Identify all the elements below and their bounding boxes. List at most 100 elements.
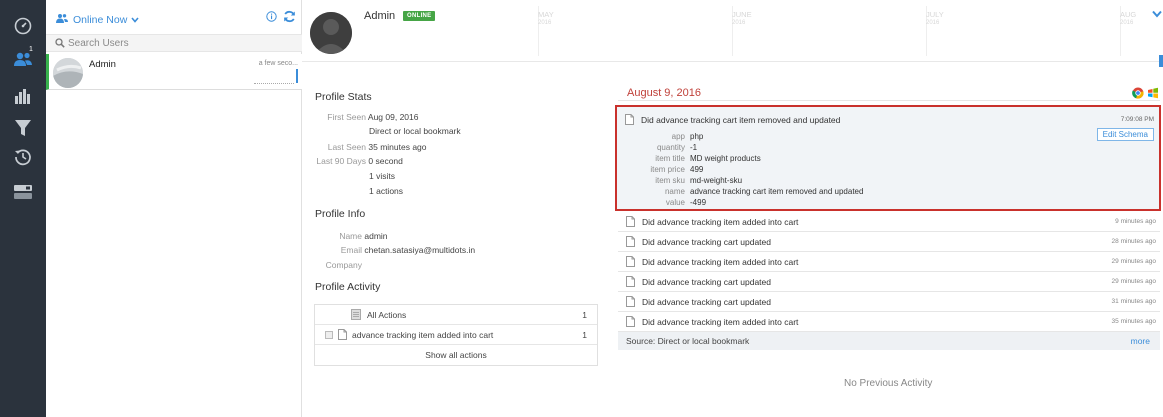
- document-icon: [626, 216, 635, 230]
- event-property: name advance tracking cart item removed a…: [617, 187, 863, 196]
- info-email: Email chetan.satasiya@multidots.in: [300, 245, 475, 255]
- bar-chart-icon: [15, 89, 30, 104]
- online-now-label: Online Now: [73, 13, 128, 26]
- activity-row[interactable]: All Actions 1: [315, 305, 597, 325]
- prop-value: php: [690, 132, 704, 141]
- activity-count: 1: [582, 330, 587, 340]
- event-title: Did advance tracking cart item removed a…: [641, 115, 841, 125]
- event-title: Did advance tracking item added into car…: [642, 257, 799, 267]
- info-company: Company: [300, 260, 362, 270]
- user-activity-bar: [296, 69, 298, 83]
- event-title: Did advance tracking cart updated: [642, 277, 771, 287]
- visits-count: 1 visits: [369, 171, 395, 181]
- status-badge: ONLINE: [403, 11, 436, 21]
- prop-key: value: [665, 198, 685, 207]
- user-last-seen: a few seco...: [258, 60, 298, 67]
- refresh-icon[interactable]: [283, 10, 296, 26]
- chevron-down-icon[interactable]: [1152, 10, 1162, 21]
- document-icon: [626, 296, 635, 310]
- prop-key: item title: [655, 154, 685, 163]
- activity-count: 1: [582, 310, 587, 320]
- search-bar: [46, 34, 302, 52]
- last-90-days: Last 90 Days 0 second: [300, 156, 403, 166]
- timeline-month[interactable]: AUG 2016: [1120, 10, 1136, 28]
- nav-history[interactable]: [0, 141, 46, 173]
- info-name: Name admin: [300, 231, 388, 241]
- last-90-days-value: 0 second: [368, 156, 403, 166]
- feed-date: August 9, 2016: [627, 87, 702, 99]
- more-link[interactable]: more: [1131, 336, 1150, 346]
- prop-value: MD weight products: [690, 154, 761, 163]
- info-name-label: Name: [339, 231, 362, 241]
- document-icon: [626, 276, 635, 290]
- first-seen-value: Aug 09, 2016: [367, 112, 419, 122]
- month-year: 2016: [926, 20, 940, 26]
- feed-divider: [618, 100, 1160, 101]
- prop-key: app: [671, 132, 685, 141]
- prop-value: md-weight-sku: [690, 176, 743, 185]
- user-list-item[interactable]: Admin a few seco...: [46, 54, 302, 90]
- event-row[interactable]: Did advance tracking cart updated 29 min…: [618, 272, 1160, 292]
- nav-settings[interactable]: [0, 176, 46, 208]
- nav-users[interactable]: 1: [0, 43, 46, 75]
- document-icon: [625, 114, 634, 128]
- history-icon: [15, 149, 31, 166]
- online-now-dropdown[interactable]: Online Now: [56, 13, 139, 26]
- month-name: MAY: [538, 10, 554, 19]
- prop-value: -499: [690, 198, 707, 207]
- activity-checkbox[interactable]: [325, 331, 333, 339]
- list-icon: [351, 309, 361, 322]
- first-seen-source: Direct or local bookmark: [369, 126, 461, 136]
- profile-stats-title: Profile Stats: [315, 91, 372, 103]
- users-panel: Online Now Search Users Admin a few seco…: [46, 0, 302, 417]
- event-row[interactable]: Did advance tracking item added into car…: [618, 252, 1160, 272]
- first-seen: First Seen Aug 09, 2016: [300, 112, 418, 122]
- edit-schema-button[interactable]: Edit Schema: [1096, 128, 1154, 141]
- timeline-month[interactable]: JULY 2016: [926, 10, 944, 28]
- timeline-month[interactable]: MAY 2016: [538, 10, 554, 28]
- users-panel-header: Online Now: [46, 0, 302, 34]
- prop-key: item price: [650, 165, 685, 174]
- first-seen-label: First Seen: [327, 112, 366, 122]
- prop-value: 499: [690, 165, 704, 174]
- event-property: app php: [617, 132, 704, 141]
- profile-name: Admin: [364, 10, 396, 22]
- event-title: Did advance tracking item added into car…: [642, 217, 799, 227]
- event-row[interactable]: Did advance tracking cart updated 28 min…: [618, 232, 1160, 252]
- document-icon: [626, 256, 635, 270]
- users-count-badge: 1: [29, 46, 33, 53]
- event-row[interactable]: Did advance tracking item added into car…: [618, 212, 1160, 232]
- nav-funnels[interactable]: [0, 112, 46, 144]
- month-name: JUNE: [732, 10, 752, 19]
- event-property: item sku md-weight-sku: [617, 176, 742, 185]
- document-icon: [626, 236, 635, 250]
- timeline-month[interactable]: JUNE 2016: [732, 10, 752, 28]
- event-row[interactable]: Did advance tracking cart updated 31 min…: [618, 292, 1160, 312]
- chevron-down-icon: [131, 14, 139, 26]
- last-seen-label: Last Seen: [327, 142, 366, 152]
- event-time: 31 minutes ago: [1111, 298, 1156, 305]
- users-icon: [14, 52, 32, 66]
- actions-count: 1 actions: [369, 186, 404, 196]
- info-icon[interactable]: [266, 11, 277, 25]
- nav-reports[interactable]: [0, 80, 46, 112]
- activity-label: All Actions: [367, 310, 407, 320]
- activity-row[interactable]: advance tracking item added into cart 1: [315, 325, 597, 345]
- prop-value: advance tracking cart item removed and u…: [690, 187, 864, 196]
- prop-key: quantity: [656, 143, 685, 152]
- info-company-label: Company: [325, 260, 362, 270]
- info-email-value: chetan.satasiya@multidots.in: [364, 245, 476, 255]
- event-row[interactable]: Did advance tracking item added into car…: [618, 312, 1160, 332]
- month-name: JULY: [926, 10, 944, 19]
- no-previous-activity: No Previous Activity: [844, 378, 933, 389]
- profile-avatar: [310, 12, 352, 54]
- info-name-value: admin: [364, 231, 388, 241]
- highlighted-event[interactable]: Did advance tracking cart item removed a…: [615, 105, 1161, 211]
- nav-dashboard[interactable]: [0, 10, 46, 42]
- show-all-actions-button[interactable]: Show all actions: [315, 345, 597, 365]
- search-users-input[interactable]: [68, 36, 288, 51]
- month-year: 2016: [1120, 20, 1134, 26]
- event-time: 35 minutes ago: [1111, 318, 1156, 325]
- info-email-label: Email: [340, 245, 362, 255]
- timeline-scroll-marker[interactable]: [1159, 55, 1163, 67]
